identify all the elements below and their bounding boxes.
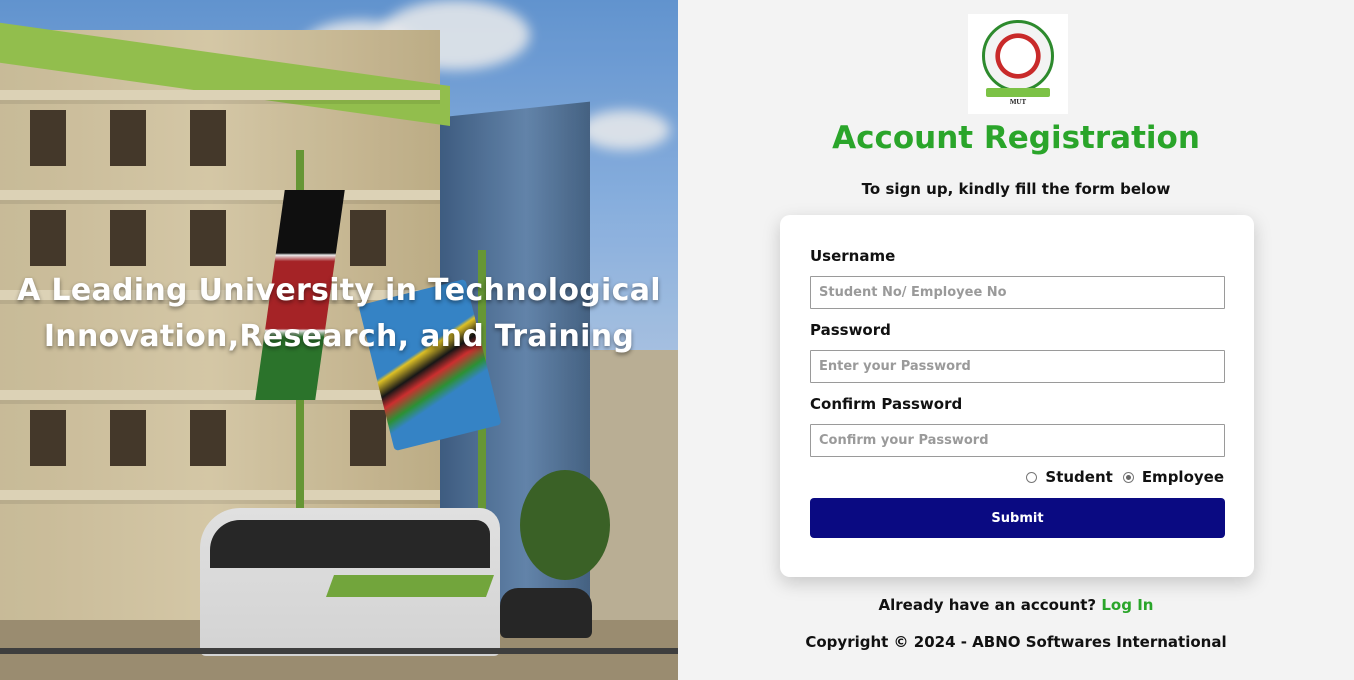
password-label: Password (810, 321, 891, 339)
role-radio-group: Student Employee (1026, 468, 1224, 486)
registration-page: A Leading University in Technological In… (0, 0, 1354, 680)
confirm-password-label: Confirm Password (810, 395, 963, 413)
student-radio[interactable] (1026, 471, 1038, 483)
hero-tagline: A Leading University in Technological In… (0, 268, 678, 360)
username-input[interactable] (810, 276, 1225, 309)
logo-seal-icon (982, 20, 1054, 92)
login-link[interactable]: Log In (1101, 596, 1153, 614)
student-radio-label[interactable]: Student (1045, 468, 1112, 486)
university-logo: MUT (968, 14, 1068, 114)
logo-banner (986, 88, 1050, 97)
login-prompt-text: Already have an account? (878, 596, 1097, 614)
hero-tagline-line1: A Leading University in Technological (17, 273, 661, 308)
form-panel: MUT Account Registration To sign up, kin… (678, 0, 1354, 680)
username-label: Username (810, 247, 896, 265)
confirm-password-input[interactable] (810, 424, 1225, 457)
employee-radio[interactable] (1122, 471, 1134, 483)
login-prompt: Already have an account? Log In (678, 596, 1354, 614)
copyright-text: Copyright © 2024 - ABNO Softwares Intern… (805, 633, 1227, 651)
page-subtitle: To sign up, kindly fill the form below (861, 180, 1171, 198)
page-title: Account Registration (832, 120, 1200, 156)
employee-radio-label[interactable]: Employee (1142, 468, 1224, 486)
registration-form: Username Password Confirm Password Stude… (780, 215, 1254, 577)
logo-text: MUT (1009, 98, 1027, 106)
hero-panel: A Leading University in Technological In… (0, 0, 678, 680)
password-input[interactable] (810, 350, 1225, 383)
hero-tagline-line2: Innovation,Research, and Training (43, 319, 635, 354)
submit-button[interactable]: Submit (810, 498, 1225, 538)
